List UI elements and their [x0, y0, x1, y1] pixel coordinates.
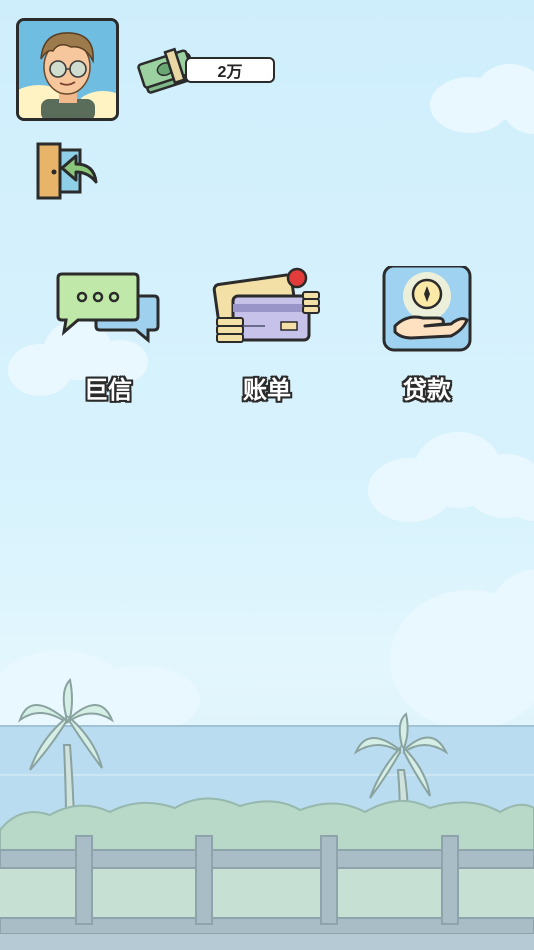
app-loan-label: 贷款: [403, 377, 451, 404]
app-messenger[interactable]: 巨信: [48, 266, 168, 406]
app-bill-label: 账单: [243, 377, 291, 404]
credit-cards-icon: [212, 267, 320, 343]
exit-button[interactable]: [34, 138, 100, 204]
exit-door-icon: [36, 142, 98, 200]
money-display: 2万: [137, 44, 279, 98]
chat-bubbles-icon: [56, 272, 160, 344]
loan-hand-coin-icon: [382, 266, 472, 352]
player-avatar[interactable]: [16, 18, 119, 121]
app-bill[interactable]: 账单: [207, 266, 327, 406]
money-amount: 2万: [185, 57, 275, 83]
app-messenger-label: 巨信: [84, 377, 132, 404]
avatar-portrait-icon: [19, 21, 116, 118]
app-loan[interactable]: 贷款: [367, 266, 487, 406]
